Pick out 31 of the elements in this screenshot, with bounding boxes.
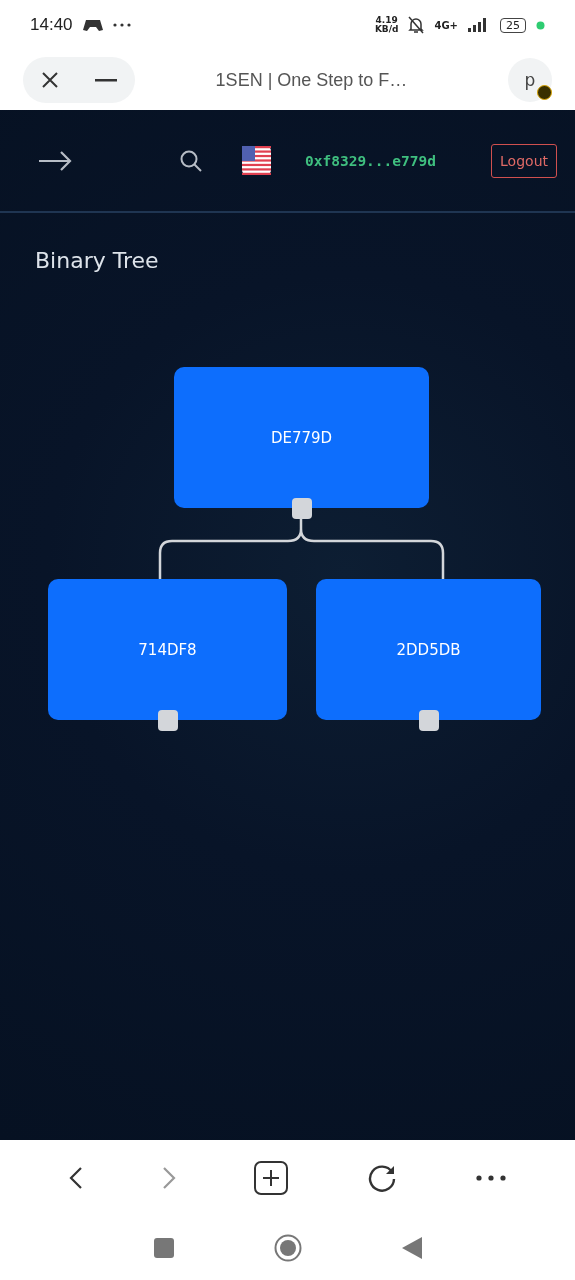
back-triangle-icon[interactable] — [401, 1236, 422, 1259]
more-icon — [112, 23, 131, 27]
reload-icon[interactable] — [367, 1162, 398, 1193]
page-title: 1SEN | One Step to F… — [214, 69, 409, 91]
more-icon[interactable] — [475, 1174, 506, 1181]
wallet-address: 0xf8329...e779d — [305, 152, 436, 169]
minimize-icon[interactable] — [94, 78, 117, 82]
tree-node[interactable]: 2DD5DB — [316, 579, 541, 720]
status-dot-icon — [536, 20, 545, 30]
new-tab-icon[interactable] — [254, 1160, 289, 1195]
arrow-right-icon[interactable] — [38, 150, 72, 171]
gamepad-icon — [82, 18, 103, 32]
profile-avatar[interactable]: p — [508, 58, 552, 102]
section-title: Binary Tree — [35, 248, 160, 273]
recents-icon[interactable] — [153, 1237, 174, 1258]
node-handle[interactable] — [418, 710, 439, 731]
battery-level: 25 — [500, 17, 526, 33]
node-handle[interactable] — [291, 498, 312, 519]
flag-icon[interactable] — [242, 146, 271, 175]
back-icon[interactable] — [69, 1165, 84, 1190]
search-icon[interactable] — [180, 149, 202, 172]
close-icon[interactable] — [41, 72, 58, 88]
network-speed: 4.19 KB/d — [374, 16, 399, 34]
bell-muted-icon — [408, 16, 425, 34]
status-time: 14:40 — [30, 15, 73, 35]
tree-node[interactable]: 714DF8 — [48, 579, 287, 720]
logout-button[interactable]: Logout — [491, 143, 557, 178]
network-type: 4G+ — [434, 19, 458, 31]
tree-node[interactable]: DE779D — [174, 367, 429, 508]
home-icon[interactable] — [273, 1233, 302, 1262]
node-handle[interactable] — [157, 710, 178, 731]
